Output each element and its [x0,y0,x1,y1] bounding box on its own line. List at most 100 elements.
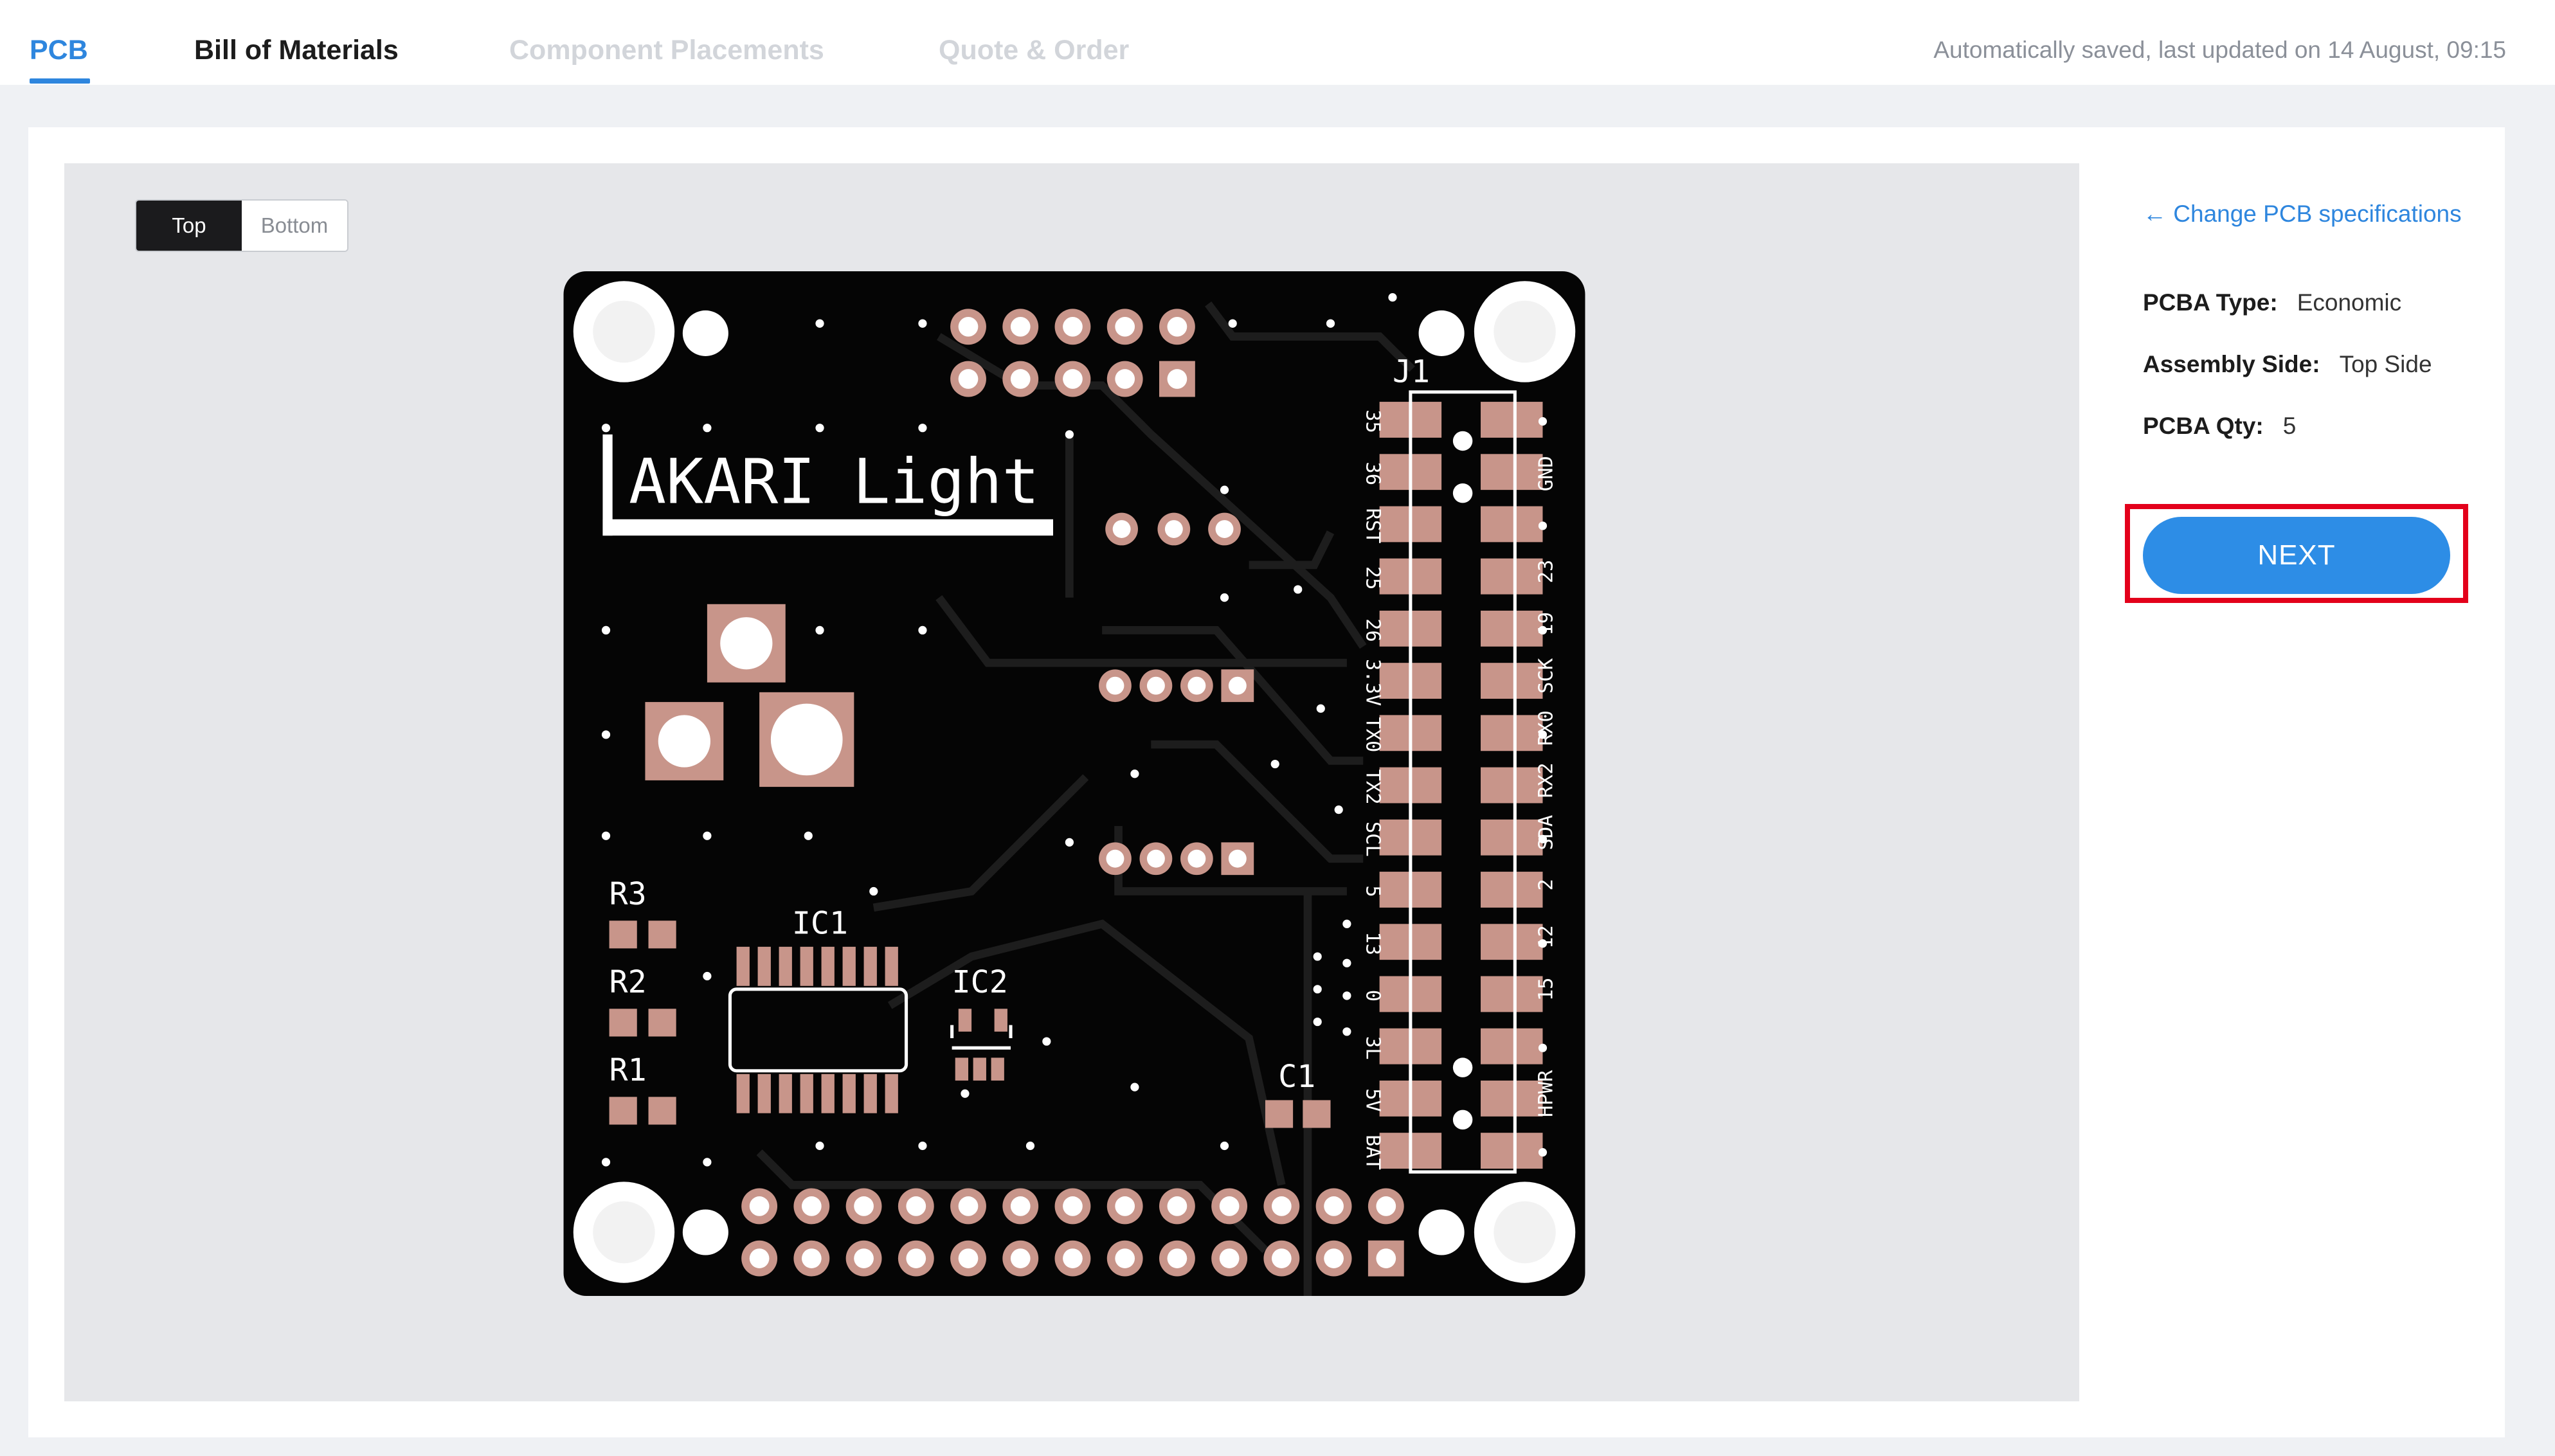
pin-label-right: 23 [1535,560,1558,584]
pcba-qty-label: PCBA Qty: [2143,413,2264,439]
pin-label-right: RX0 [1535,710,1558,746]
pad-hole [1167,1196,1187,1216]
tab-bill-of-materials[interactable]: Bill of Materials [194,31,399,69]
smd-pad [609,1009,637,1037]
smd-pad [609,1097,637,1125]
ref-c1: C1 [1278,1059,1315,1095]
pad-hole [1376,1248,1396,1268]
pad-hole [1187,676,1206,695]
smd-pad [800,1074,813,1113]
via [1342,958,1351,967]
pad-hole [1010,1196,1031,1216]
smd-pad [842,946,856,986]
smd-pad [1481,872,1543,908]
via [1130,769,1139,778]
pad-hole [1115,1248,1135,1268]
via [918,424,927,433]
pad-hole [906,1248,926,1268]
tab-quote-order[interactable]: Quote & Order [939,31,1129,69]
pad-hole [1112,520,1131,538]
via [1388,293,1397,302]
smd-pad [1481,663,1543,699]
toggle-bottom-button[interactable]: Bottom [242,201,347,251]
smd-pad [1481,819,1543,856]
via [1025,1141,1035,1151]
pad-hole [958,1248,979,1268]
via [601,831,611,840]
via [601,1158,611,1167]
via [1538,417,1548,426]
next-button[interactable]: NEXT [2143,517,2450,594]
via [1220,485,1229,494]
pin-label-left: 3.3V [1361,659,1384,706]
via [1452,1110,1473,1130]
pin-label-left: TX2 [1361,769,1384,805]
pad-hole [1106,849,1124,868]
pcba-type-value: Economic [2297,289,2402,316]
pad-hole [1376,1196,1396,1216]
smd-pad [648,1009,676,1037]
pad-hole [1324,1248,1344,1268]
via [918,625,927,635]
pin-label-right: HPWR [1535,1070,1558,1117]
title-bar-horizontal [602,519,1054,536]
board-side-toggle: Top Bottom [135,199,348,252]
pcb-board-render: AKARI Light J1 IC1 IC2 C1 R1 R2 R3 35 36 R… [563,271,1585,1296]
pad-hole [1167,316,1187,337]
via [1313,1017,1322,1027]
smd-pad [1481,454,1543,490]
pad-hole [1063,369,1083,389]
pad-hole [854,1196,874,1216]
pad-hole [1146,676,1165,695]
via [1334,805,1343,814]
via [1342,1027,1351,1036]
via [815,424,824,433]
pcb-viewer[interactable]: Top Bottom AKARI Light J1 IC1 IC2 C1 R1 … [64,163,2079,1401]
pin-label-right: GND [1535,456,1558,491]
pad-hole [770,703,843,776]
pad-hole [1106,676,1124,695]
pin-label-left: SCL [1361,822,1384,857]
smd-pad [1265,1100,1294,1128]
via [1316,704,1325,713]
pad-hole [801,1196,822,1216]
pad-hole [1010,369,1031,389]
pad-hole [1187,849,1206,868]
smd-pad [885,1074,898,1113]
smd-pad [779,1074,792,1113]
pcb-board-svg: AKARI Light J1 IC1 IC2 C1 R1 R2 R3 35 36 R… [563,271,1585,1296]
pin-label-left: 0 [1361,990,1384,1002]
pad-hole [1228,849,1247,868]
pin-label-left: 13 [1361,931,1384,955]
pad-hole [658,715,710,768]
pad-hole [749,1248,770,1268]
via [961,1089,970,1098]
autosave-status: Automatically saved, last updated on 14 … [1933,37,2506,63]
pad-hole [1063,1196,1083,1216]
smd-pad [648,1097,676,1125]
assembly-side-value: Top Side [2339,351,2432,377]
pad-hole [958,369,979,389]
via [918,319,927,328]
smd-pad [958,1009,972,1032]
pad-hole [958,316,979,337]
via [601,625,611,635]
via [815,1141,824,1151]
pin-label-left: RST [1361,508,1384,543]
tab-pcb[interactable]: PCB [30,31,88,69]
via [1220,593,1229,602]
pcba-type-row: PCBA Type: Economic [2143,287,2401,319]
tab-component-placements[interactable]: Component Placements [509,31,824,69]
toggle-top-button[interactable]: Top [136,201,242,251]
change-pcb-specifications-link[interactable]: ← Change PCB specifications [2143,198,2462,230]
pcba-type-label: PCBA Type: [2143,289,2278,316]
smd-pad [1481,1028,1543,1065]
pad-hole [1324,1196,1344,1216]
pad-hole [1219,1196,1240,1216]
pad-hole [1146,849,1165,868]
smd-pad [842,1074,856,1113]
via [601,424,611,433]
pad-hole [1271,1248,1292,1268]
pin-label-right: SDA [1535,815,1558,850]
via [1452,431,1473,451]
